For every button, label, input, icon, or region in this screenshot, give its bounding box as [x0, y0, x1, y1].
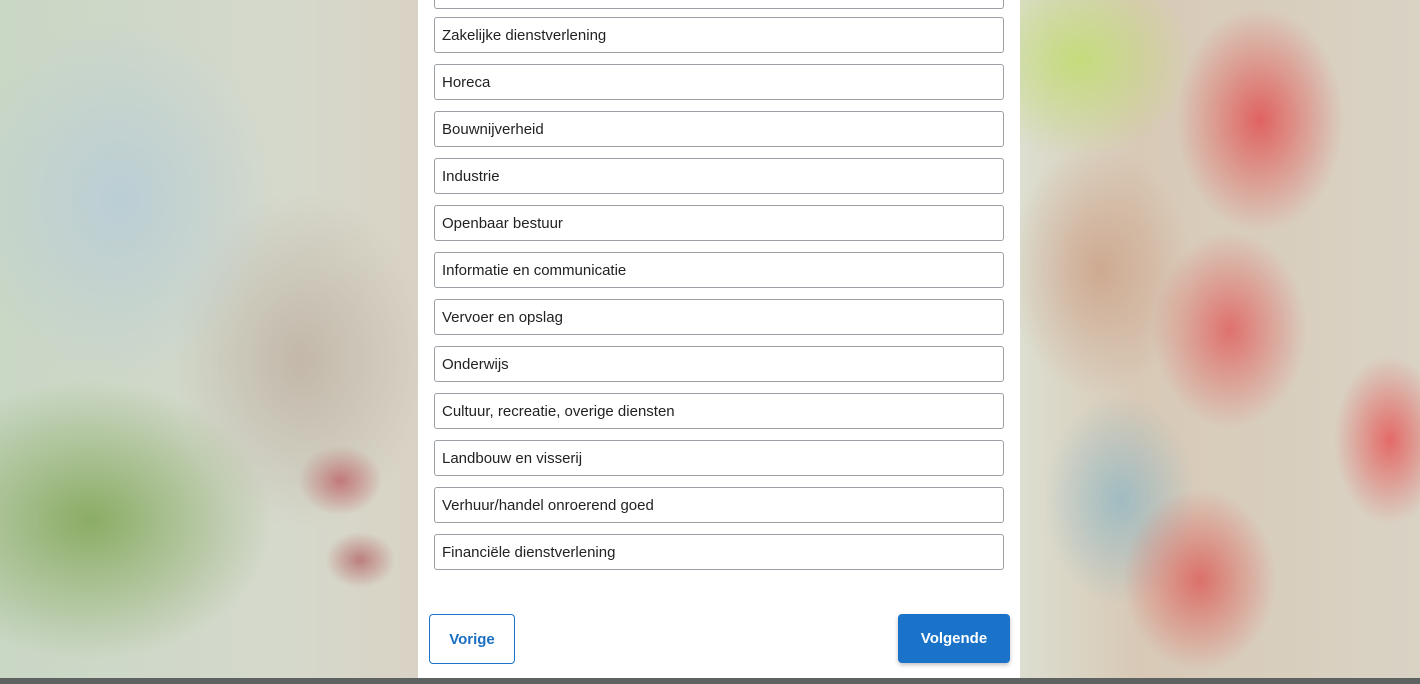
previous-option-partial[interactable] — [434, 0, 1004, 9]
option-zakelijke-dienstverlening[interactable]: Zakelijke dienstverlening — [434, 17, 1004, 53]
option-label: Verhuur/handel onroerend goed — [442, 496, 654, 514]
option-label: Landbouw en visserij — [442, 449, 583, 467]
option-onderwijs[interactable]: Onderwijs — [434, 346, 1004, 382]
option-industrie[interactable]: Industrie — [434, 158, 1004, 194]
option-openbaar-bestuur[interactable]: Openbaar bestuur — [434, 205, 1004, 241]
option-label: Onderwijs — [442, 355, 509, 373]
option-verhuur-handel-onroerend-goed[interactable]: Verhuur/handel onroerend goed — [434, 487, 1004, 523]
option-label: Informatie en communicatie — [442, 261, 627, 279]
option-horeca[interactable]: Horeca — [434, 64, 1004, 100]
option-cultuur-recreatie[interactable]: Cultuur, recreatie, overige diensten — [434, 393, 1004, 429]
option-label: Industrie — [442, 167, 500, 185]
bottom-divider — [0, 678, 1420, 684]
option-label: Zakelijke dienstverlening — [442, 26, 607, 44]
option-label: Vervoer en opslag — [442, 308, 563, 326]
option-label: Financiële dienstverlening — [442, 543, 616, 561]
next-button[interactable]: Volgende — [898, 614, 1010, 663]
option-label: Bouwnijverheid — [442, 120, 544, 138]
option-landbouw-en-visserij[interactable]: Landbouw en visserij — [434, 440, 1004, 476]
option-label: Openbaar bestuur — [442, 214, 563, 232]
option-vervoer-en-opslag[interactable]: Vervoer en opslag — [434, 299, 1004, 335]
option-label: Horeca — [442, 73, 491, 91]
option-label: Cultuur, recreatie, overige diensten — [442, 402, 675, 420]
question-card: Zakelijke dienstverlening Horeca Bouwnij… — [418, 0, 1020, 678]
previous-button[interactable]: Vorige — [429, 614, 515, 664]
option-bouwnijverheid[interactable]: Bouwnijverheid — [434, 111, 1004, 147]
option-informatie-en-communicatie[interactable]: Informatie en communicatie — [434, 252, 1004, 288]
sector-options-list: Zakelijke dienstverlening Horeca Bouwnij… — [434, 17, 1004, 581]
option-financiele-dienstverlening[interactable]: Financiële dienstverlening — [434, 534, 1004, 570]
